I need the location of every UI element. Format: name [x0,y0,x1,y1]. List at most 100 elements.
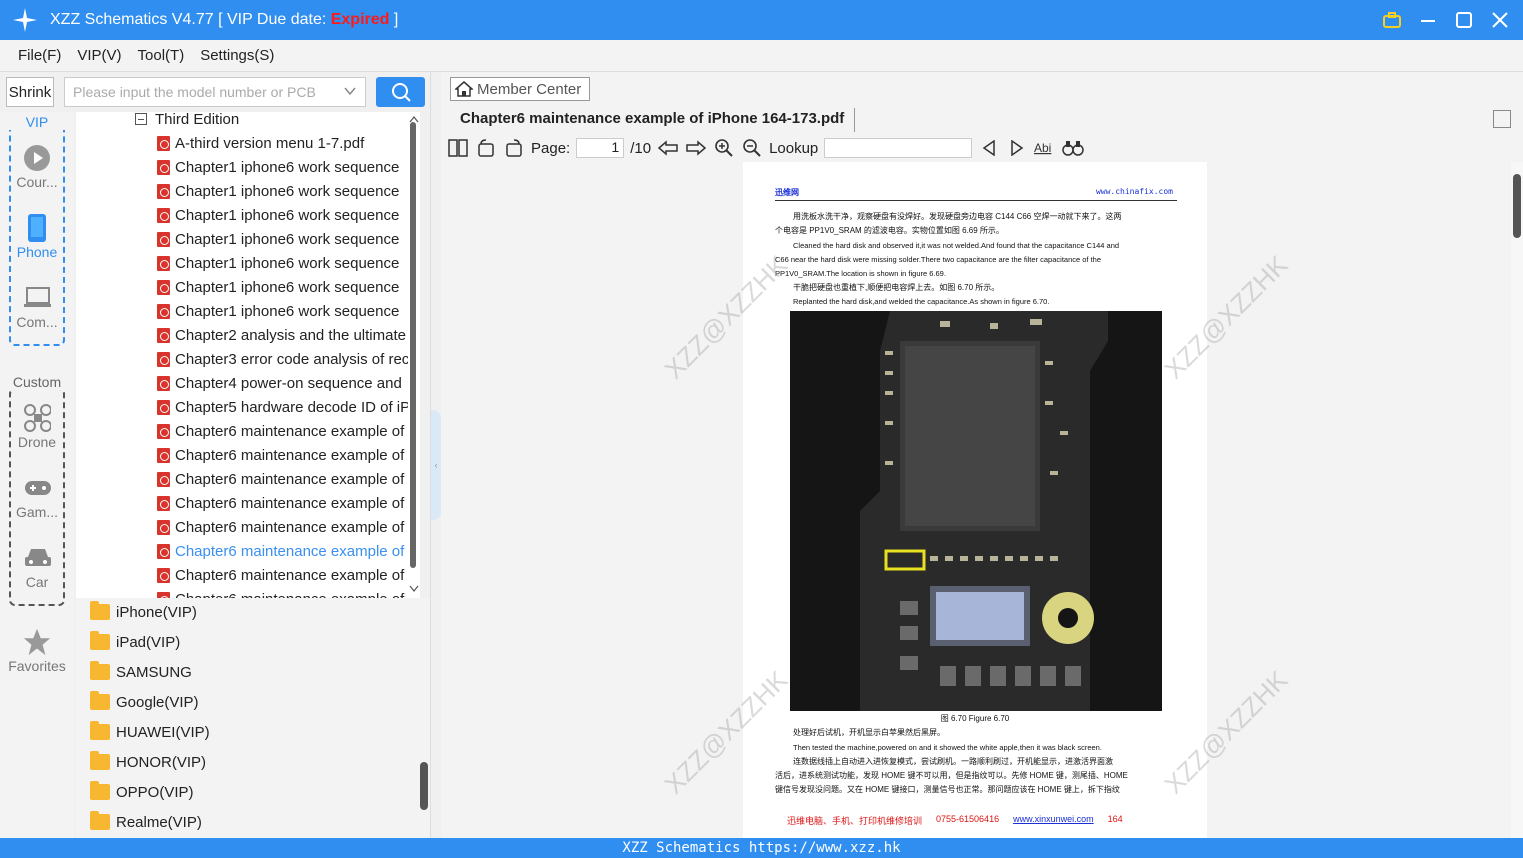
tree-file-item[interactable]: Chapter1 iphone6 work sequence [157,227,399,251]
tree-file-item[interactable]: Chapter6 maintenance example of [157,539,404,563]
file-tree: Third Edition A-third version menu 1-7.p… [76,112,420,598]
search-button[interactable] [376,77,425,107]
category-phone[interactable]: Phone [0,214,74,260]
folder-item[interactable]: iPhone(VIP) [90,599,197,625]
scroll-down-icon[interactable] [408,584,420,594]
close-tabs-icon[interactable] [1493,110,1511,128]
search-input[interactable]: Please input the model number or PCB [64,77,366,107]
zoom-in-icon[interactable] [713,137,735,159]
close-icon[interactable] [1489,9,1511,31]
find-next-icon[interactable] [1006,137,1028,159]
folder-icon [90,721,110,740]
pdf-file-icon [157,135,170,151]
tree-file-item[interactable]: Chapter1 iphone6 work sequence [157,251,399,275]
tree-file-item[interactable]: Chapter6 maintenance example of [157,419,404,443]
collapse-icon[interactable] [135,113,147,125]
find-all-icon[interactable] [1062,137,1085,159]
tree-file-item[interactable]: Chapter5 hardware decode ID of iP [157,395,410,419]
tree-file-item[interactable]: Chapter1 iphone6 work sequence [157,299,399,323]
tree-file-item[interactable]: Chapter6 maintenance example of [157,491,404,515]
maximize-icon[interactable] [1453,9,1475,31]
tree-file-item[interactable]: Chapter6 maintenance example of [157,515,404,539]
pdf-file-icon [157,183,170,199]
tree-scroll-thumb[interactable] [410,122,416,568]
folder-icon [90,811,110,830]
category-car[interactable]: Car [0,544,74,590]
tree-file-item[interactable]: Chapter3 error code analysis of rec [157,347,409,371]
match-case-icon[interactable]: Abi [1034,137,1056,159]
pdf-line: Replanted the hard disk,and welded the c… [793,297,1050,306]
folder-icon [90,751,110,770]
folders-scroll-thumb[interactable] [420,762,428,810]
tree-file-item[interactable]: Chapter6 maintenance example of [157,467,404,491]
tree-file-item[interactable]: Chapter2 analysis and the ultimate [157,323,406,347]
tree-file-item[interactable]: Chapter1 iphone6 work sequence [157,275,399,299]
pdf-line: 干脆把硬盘也重植下,顺便把电容焊上去。如图 6.70 所示。 [793,283,1000,292]
page-number-input[interactable]: 1 [576,138,625,158]
minimize-icon[interactable] [1417,9,1439,31]
viewer-scroll-thumb[interactable] [1513,174,1521,238]
pdf-line: 个电容是 PP1V0_SRAM 的滤波电容。实物位置如图 6.69 所示。 [775,226,1004,235]
zoom-out-icon[interactable] [741,137,763,159]
document-tab[interactable]: Chapter6 maintenance example of iPhone 1… [441,106,1523,134]
folder-item[interactable]: Google(VIP) [90,689,199,715]
menu-file[interactable]: File(F) [18,47,61,64]
rotate-left-icon[interactable] [475,137,497,159]
tree-file-item[interactable]: Chapter4 power-on sequence and [157,371,402,395]
car-icon [23,544,51,572]
category-course[interactable]: Cour... [0,144,74,190]
folder-item[interactable]: OPPO(VIP) [90,779,194,805]
pdf-line: 键信号发现没问题。又在 HOME 键接口，测量信号也正常。那问题应该在 HOME… [775,785,1120,794]
menu-settings[interactable]: Settings(S) [200,47,274,64]
rotate-right-icon[interactable] [503,137,525,159]
menu-tool[interactable]: Tool(T) [138,47,185,64]
tree-file-item[interactable]: Chapter6 maintenance example of [157,443,404,467]
window-title: XZZ Schematics V4.77 [ VIP Due date: Exp… [50,11,399,28]
tree-file-item[interactable]: Chapter1 iphone6 work sequence [157,179,399,203]
drone-icon [23,404,51,432]
folder-icon [90,631,110,650]
pdf-viewer[interactable]: 迅维网 www.chinafix.com 用洗板水洗干净，观察硬盘有没焊好。发现… [441,162,1523,838]
app-logo-icon [13,8,37,32]
tab-separator [854,108,855,132]
pdf-line: C66 near the hard disk were missing sold… [775,255,1102,264]
next-page-icon[interactable] [685,137,707,159]
tree-edition-node[interactable]: Third Edition [135,112,239,131]
collapse-panel-handle[interactable]: ‹ [431,410,441,520]
tree-scrollbar[interactable] [408,112,420,598]
menu-vip[interactable]: VIP(V) [77,47,121,64]
briefcase-icon[interactable] [1381,9,1403,31]
pdf-line: Then tested the machine,powered on and i… [793,743,1102,752]
find-prev-icon[interactable] [978,137,1000,159]
folder-item[interactable]: iPad(VIP) [90,629,180,655]
two-page-icon[interactable] [447,137,469,159]
lookup-input[interactable] [824,138,973,158]
phone-icon [23,214,51,242]
folder-item[interactable]: SAMSUNG [90,659,192,685]
member-center-button[interactable]: Member Center [450,77,591,101]
category-favorites[interactable]: Favorites [0,628,74,674]
category-drone[interactable]: Drone [0,404,74,450]
category-game[interactable]: Gam... [0,474,74,520]
folder-item[interactable]: HUAWEI(VIP) [90,719,210,745]
shrink-button[interactable]: Shrink [6,77,54,107]
category-computer[interactable]: Com... [0,284,74,330]
tree-file-item[interactable]: Chapter1 iphone6 work sequence [157,155,399,179]
panel-divider[interactable]: ‹ [430,72,441,838]
tree-file-item[interactable]: Chapter1 iphone6 work sequence [157,203,399,227]
svg-text:Abi: Abi [1034,141,1051,155]
viewer-scrollbar[interactable] [1511,162,1523,838]
pdf-line: Cleaned the hard disk and observed it,it… [793,241,1120,250]
pdf-file-icon [157,279,170,295]
prev-page-icon[interactable] [657,137,679,159]
menu-bar: File(F) VIP(V) Tool(T) Settings(S) [0,40,1523,72]
tree-file-item[interactable]: A-third version menu 1-7.pdf [157,131,364,155]
chevron-down-icon[interactable] [343,84,357,98]
tree-file-item[interactable]: Chapter6 maintenance example of [157,563,404,587]
folder-item[interactable]: HONOR(VIP) [90,749,206,775]
pdf-file-icon [157,255,170,271]
category-bar: VIP Cour... Phone Com... Custom Drone Ga… [0,112,74,838]
tree-file-item[interactable]: Chapter6 maintenance example of [157,587,404,598]
folder-item[interactable]: Realme(VIP) [90,809,202,835]
custom-group-label: Custom [0,374,74,390]
